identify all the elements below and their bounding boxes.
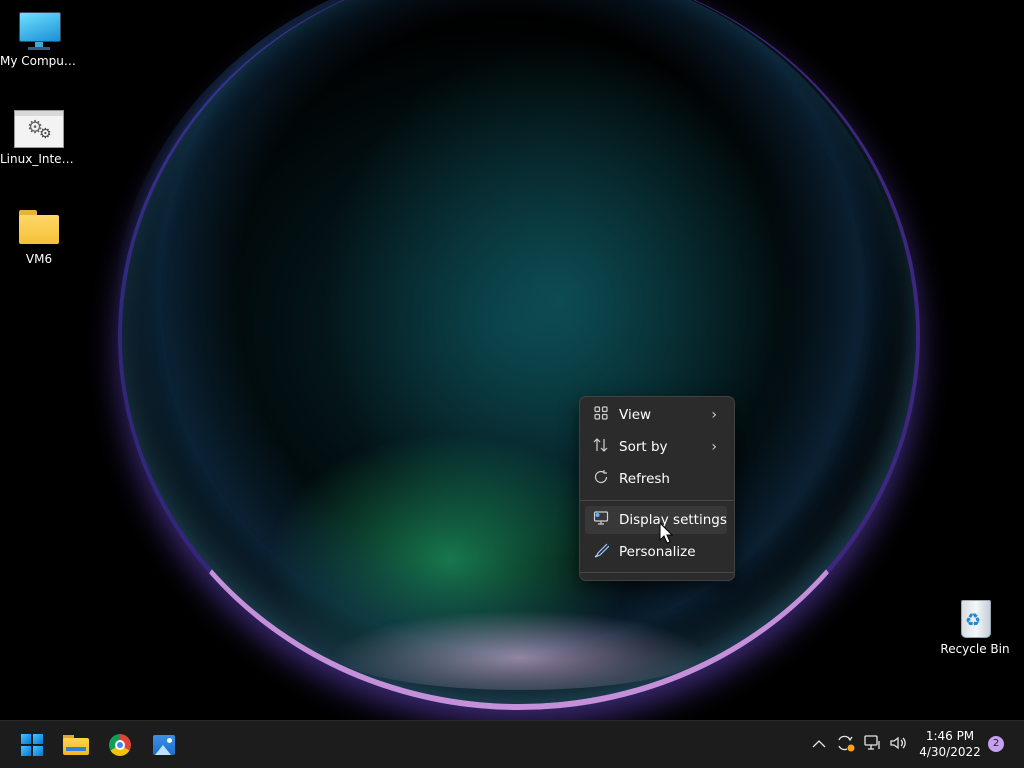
speaker-icon <box>889 735 907 755</box>
file-explorer-icon <box>63 735 89 755</box>
monitor-icon <box>17 10 61 50</box>
refresh-icon <box>587 469 615 489</box>
menu-separator <box>580 500 734 501</box>
folder-icon <box>17 208 61 248</box>
sort-arrows-icon <box>587 438 615 456</box>
taskbar-photos[interactable] <box>148 729 180 761</box>
desktop-icon-label: Linux_Interj... <box>0 152 78 166</box>
menu-item-refresh[interactable]: Refresh <box>585 465 727 493</box>
start-button[interactable] <box>16 729 48 761</box>
wallpaper-glow <box>330 610 710 690</box>
windows-logo-icon <box>21 734 43 756</box>
menu-item-sort-by[interactable]: Sort by › <box>585 433 727 461</box>
chevron-up-icon <box>812 737 826 753</box>
chevron-right-icon: › <box>711 439 717 455</box>
menu-item-view[interactable]: View › <box>585 401 727 429</box>
desktop-icon-label: My Computer <box>0 54 78 68</box>
menu-item-label: View <box>619 407 652 423</box>
chevron-right-icon: › <box>711 407 717 423</box>
grid-view-icon <box>587 406 615 424</box>
desktop-icon-vm6[interactable]: VM6 <box>0 208 78 266</box>
taskbar-file-explorer[interactable] <box>60 729 92 761</box>
desktop-icon-label: VM6 <box>25 252 53 266</box>
recycle-bin-icon: ♻ <box>953 598 997 638</box>
desktop-context-menu: View › Sort by › Refresh Display setting… <box>579 396 735 581</box>
taskbar: 1:46 PM 4/30/2022 <box>0 720 1024 768</box>
clock-date: 4/30/2022 <box>919 745 981 759</box>
clock-button[interactable]: 1:46 PM 4/30/2022 <box>912 728 988 760</box>
network-button[interactable] <box>864 721 884 768</box>
desktop-icon-linux-interj[interactable]: ⚙ ⚙ Linux_Interj... <box>0 110 78 166</box>
menu-item-label: Personalize <box>619 544 696 560</box>
menu-item-label: Sort by <box>619 439 668 455</box>
settings-file-icon: ⚙ ⚙ <box>14 110 64 148</box>
notification-badge[interactable]: 2 <box>988 736 1004 752</box>
chrome-icon <box>109 734 131 756</box>
desktop-icon-label: Recycle Bin <box>940 642 1010 656</box>
photos-icon <box>153 735 175 755</box>
volume-button[interactable] <box>889 721 909 768</box>
show-hidden-icons-button[interactable] <box>812 721 832 768</box>
sync-warning-icon <box>836 734 856 756</box>
clock-time: 1:46 PM <box>925 729 975 743</box>
menu-item-label: Refresh <box>619 471 670 487</box>
network-icon <box>864 735 882 755</box>
display-settings-icon <box>587 511 615 529</box>
menu-item-personalize[interactable]: Personalize <box>585 538 727 566</box>
brush-icon <box>587 542 615 562</box>
desktop-icon-recycle-bin[interactable]: ♻ Recycle Bin <box>936 598 1014 656</box>
wallpaper-bloom-rim <box>118 0 920 710</box>
menu-separator <box>580 572 734 573</box>
taskbar-chrome[interactable] <box>104 729 136 761</box>
menu-item-display-settings[interactable]: Display settings <box>585 506 727 534</box>
sync-status-button[interactable] <box>836 721 858 768</box>
desktop-wallpaper[interactable] <box>0 0 1024 720</box>
desktop-icon-my-computer[interactable]: My Computer <box>0 10 78 68</box>
